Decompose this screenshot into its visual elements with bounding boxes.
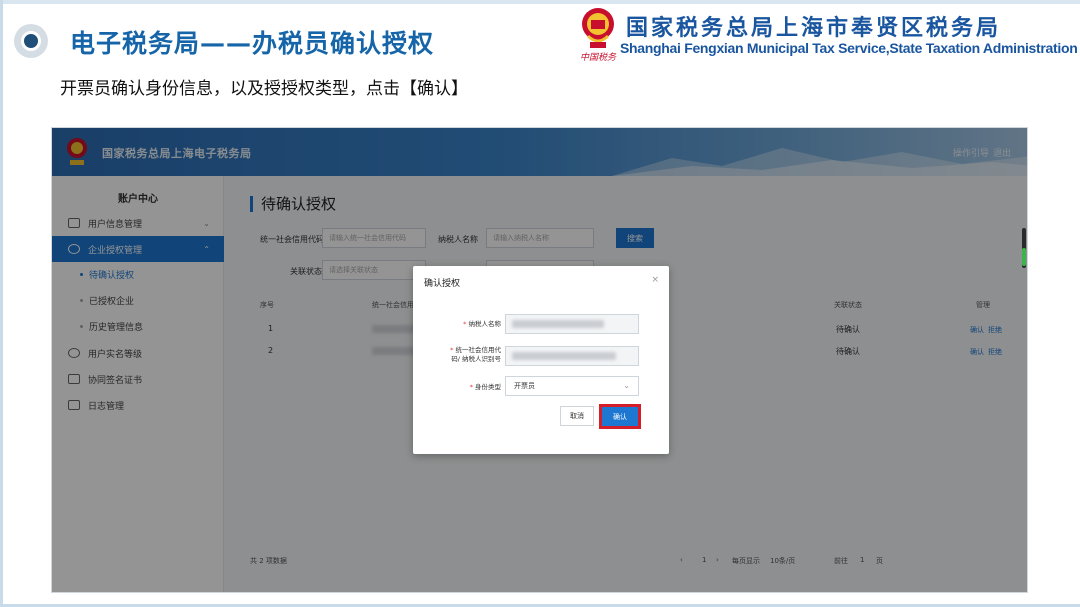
slide-frame (0, 0, 3, 607)
org-name-en: Shanghai Fengxian Municipal Tax Service,… (620, 40, 1078, 56)
dialog-title: 确认授权 (424, 279, 461, 289)
slide-frame (0, 0, 1080, 4)
slide: 电子税务局——办税员确认授权 开票员确认身份信息，以及授授权类型，点击【确认】 … (0, 0, 1080, 607)
scroll-indicator (1022, 248, 1026, 266)
org-seal-text: 中国税务 (580, 53, 617, 63)
slide-title: 电子税务局——办税员确认授权 (70, 29, 435, 58)
credit-code-field (505, 346, 639, 366)
identity-type-select[interactable]: 开票员 ⌄ (505, 376, 639, 396)
credit-code-field-label: * 统一社会信用代 码/ 纳税人识别号 (450, 346, 501, 363)
taxpayer-name-field (505, 314, 639, 334)
confirm-auth-dialog: 确认授权 × * 纳税人名称 * 统一社会信用代 码/ 纳税人识别号 * 身份类型… (413, 266, 669, 454)
cancel-button[interactable]: 取消 (560, 406, 594, 426)
taxpayer-name-field-label: * 纳税人名称 (463, 320, 501, 328)
chevron-down-icon: ⌄ (623, 381, 630, 390)
app-screenshot: 国家税务总局上海电子税务局 操作引导 退出 账户中心 用户信息管理 ⌄ 企业授权… (51, 127, 1028, 593)
identity-type-label: * 身份类型 (469, 383, 501, 391)
slide-subtitle: 开票员确认身份信息，以及授授权类型，点击【确认】 (60, 79, 468, 99)
bullet-icon (14, 24, 48, 58)
close-icon[interactable]: × (651, 275, 659, 285)
org-name-cn: 国家税务总局上海市奉贤区税务局 (626, 16, 1002, 41)
confirm-button[interactable]: 确认 (602, 407, 638, 426)
